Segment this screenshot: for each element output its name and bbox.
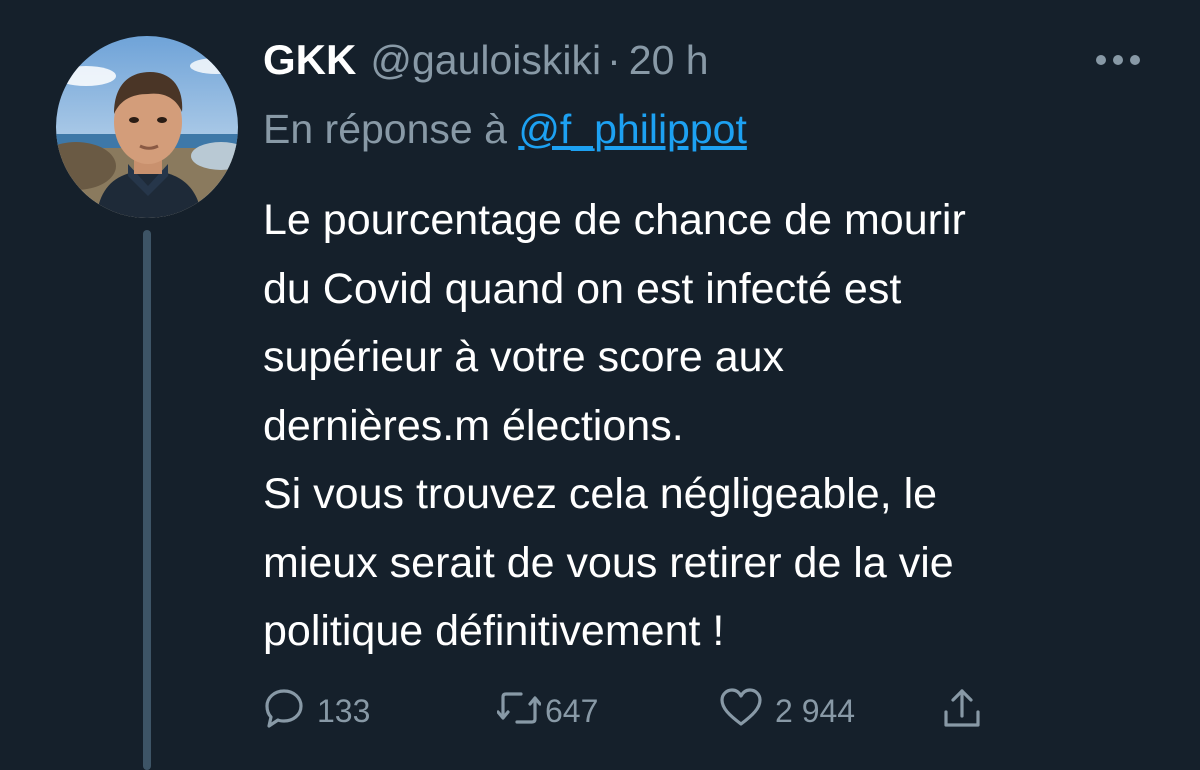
tweet-text-line: du Covid quand on est infecté est [263, 264, 902, 313]
tweet-text-line: Si vous trouvez cela négligeable, le [263, 470, 938, 518]
thread-line [143, 230, 151, 770]
share-upload-icon [944, 689, 980, 727]
reply-count: 133 [317, 692, 371, 729]
avatar-photo [56, 36, 238, 218]
like-button[interactable]: 2 944 [719, 680, 855, 736]
retweet-count: 647 [545, 692, 599, 729]
retweet-arrows-icon [497, 692, 541, 724]
tweet-text-line: mieux serait de vous retirer de la vie [263, 538, 954, 587]
more-horizontal-icon [1096, 55, 1140, 65]
timestamp[interactable]: 20 h [629, 37, 709, 84]
tweet-header: GKK @gauloiskiki · 20 h [263, 36, 709, 86]
heart-icon [720, 688, 762, 726]
tweet-text-line: dernières.m élections. [263, 401, 684, 450]
action-bar: 133 647 2 944 [263, 680, 1023, 736]
reply-mention-link[interactable]: @f_philippot [518, 106, 747, 152]
reply-prefix: En réponse à [263, 106, 507, 152]
retweet-button[interactable]: 647 [497, 680, 598, 736]
author-handle[interactable]: @gauloiskiki [370, 37, 601, 84]
more-button[interactable] [1093, 50, 1143, 70]
tweet-text-line: supérieur à votre score aux [263, 333, 785, 381]
tweet-text-line: politique définitivement ! [263, 607, 725, 655]
share-button[interactable] [941, 680, 983, 736]
speech-bubble-icon [265, 689, 303, 728]
tweet-text-line: Le pourcentage de chance de mourir [263, 196, 966, 244]
author-name[interactable]: GKK [263, 36, 356, 84]
reply-button[interactable]: 133 [263, 680, 370, 736]
tweet: GKK @gauloiskiki · 20 h En réponse à @f_… [0, 0, 1200, 770]
reply-context: En réponse à @f_philippot [263, 106, 747, 153]
tweet-text: Le pourcentage de chance de mourir du Co… [263, 186, 1173, 666]
like-count: 2 944 [775, 692, 856, 729]
separator-dot: · [607, 37, 621, 83]
avatar[interactable] [56, 36, 238, 218]
